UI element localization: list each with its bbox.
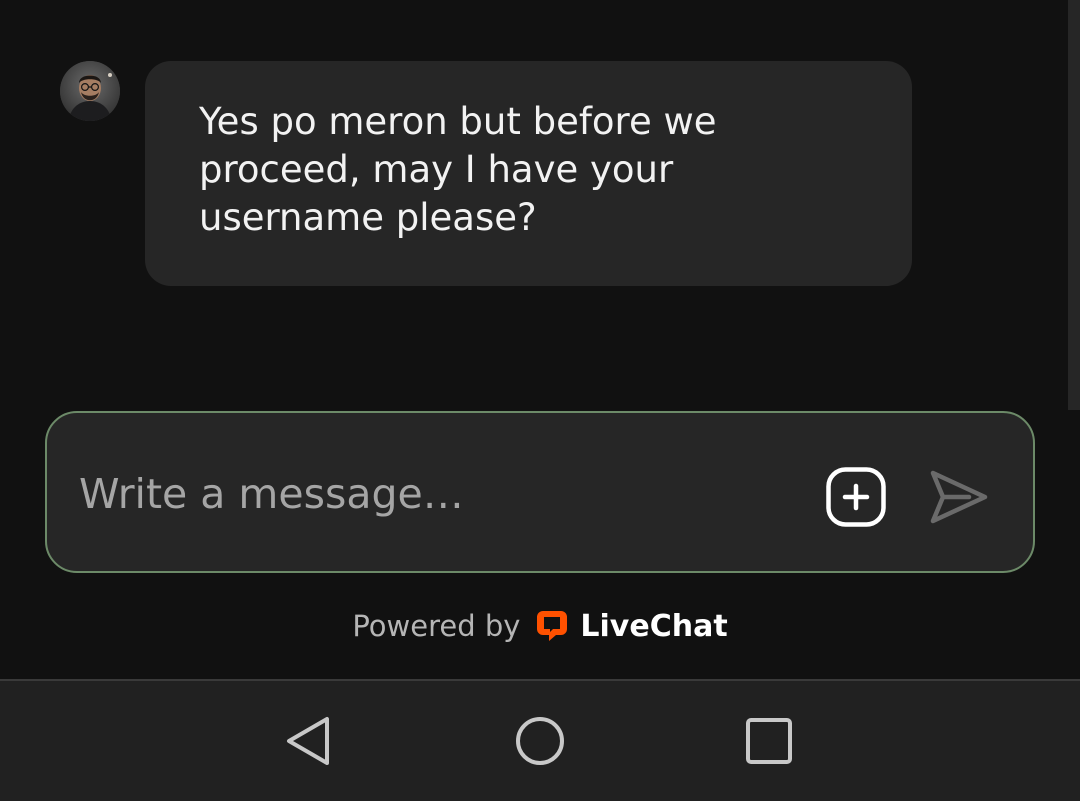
- agent-message-text: Yes po meron but before we proceed, may …: [199, 100, 717, 239]
- send-icon: [930, 470, 988, 524]
- livechat-brand[interactable]: LiveChat: [534, 608, 728, 644]
- livechat-logo-icon: [537, 611, 568, 641]
- system-navigation-bar: [0, 679, 1080, 801]
- back-triangle-icon: [287, 717, 329, 765]
- message-input[interactable]: [79, 465, 779, 523]
- back-button[interactable]: [281, 713, 337, 769]
- home-circle-icon: [516, 717, 564, 765]
- message-composer: [45, 411, 1035, 573]
- attach-button[interactable]: [825, 466, 887, 528]
- agent-avatar: [60, 61, 120, 121]
- recents-square-icon: [746, 718, 792, 764]
- agent-message-bubble: Yes po meron but before we proceed, may …: [145, 61, 912, 286]
- livechat-brand-name: LiveChat: [580, 608, 728, 644]
- chat-screen: Yes po meron but before we proceed, may …: [0, 0, 1080, 801]
- home-button[interactable]: [512, 713, 568, 769]
- scrollbar[interactable]: [1068, 0, 1080, 410]
- plus-square-icon: [826, 467, 886, 527]
- send-button[interactable]: [927, 465, 991, 529]
- recents-button[interactable]: [741, 713, 797, 769]
- powered-by-label: Powered by: [352, 609, 521, 643]
- powered-by-footer[interactable]: Powered by LiveChat: [0, 604, 1080, 648]
